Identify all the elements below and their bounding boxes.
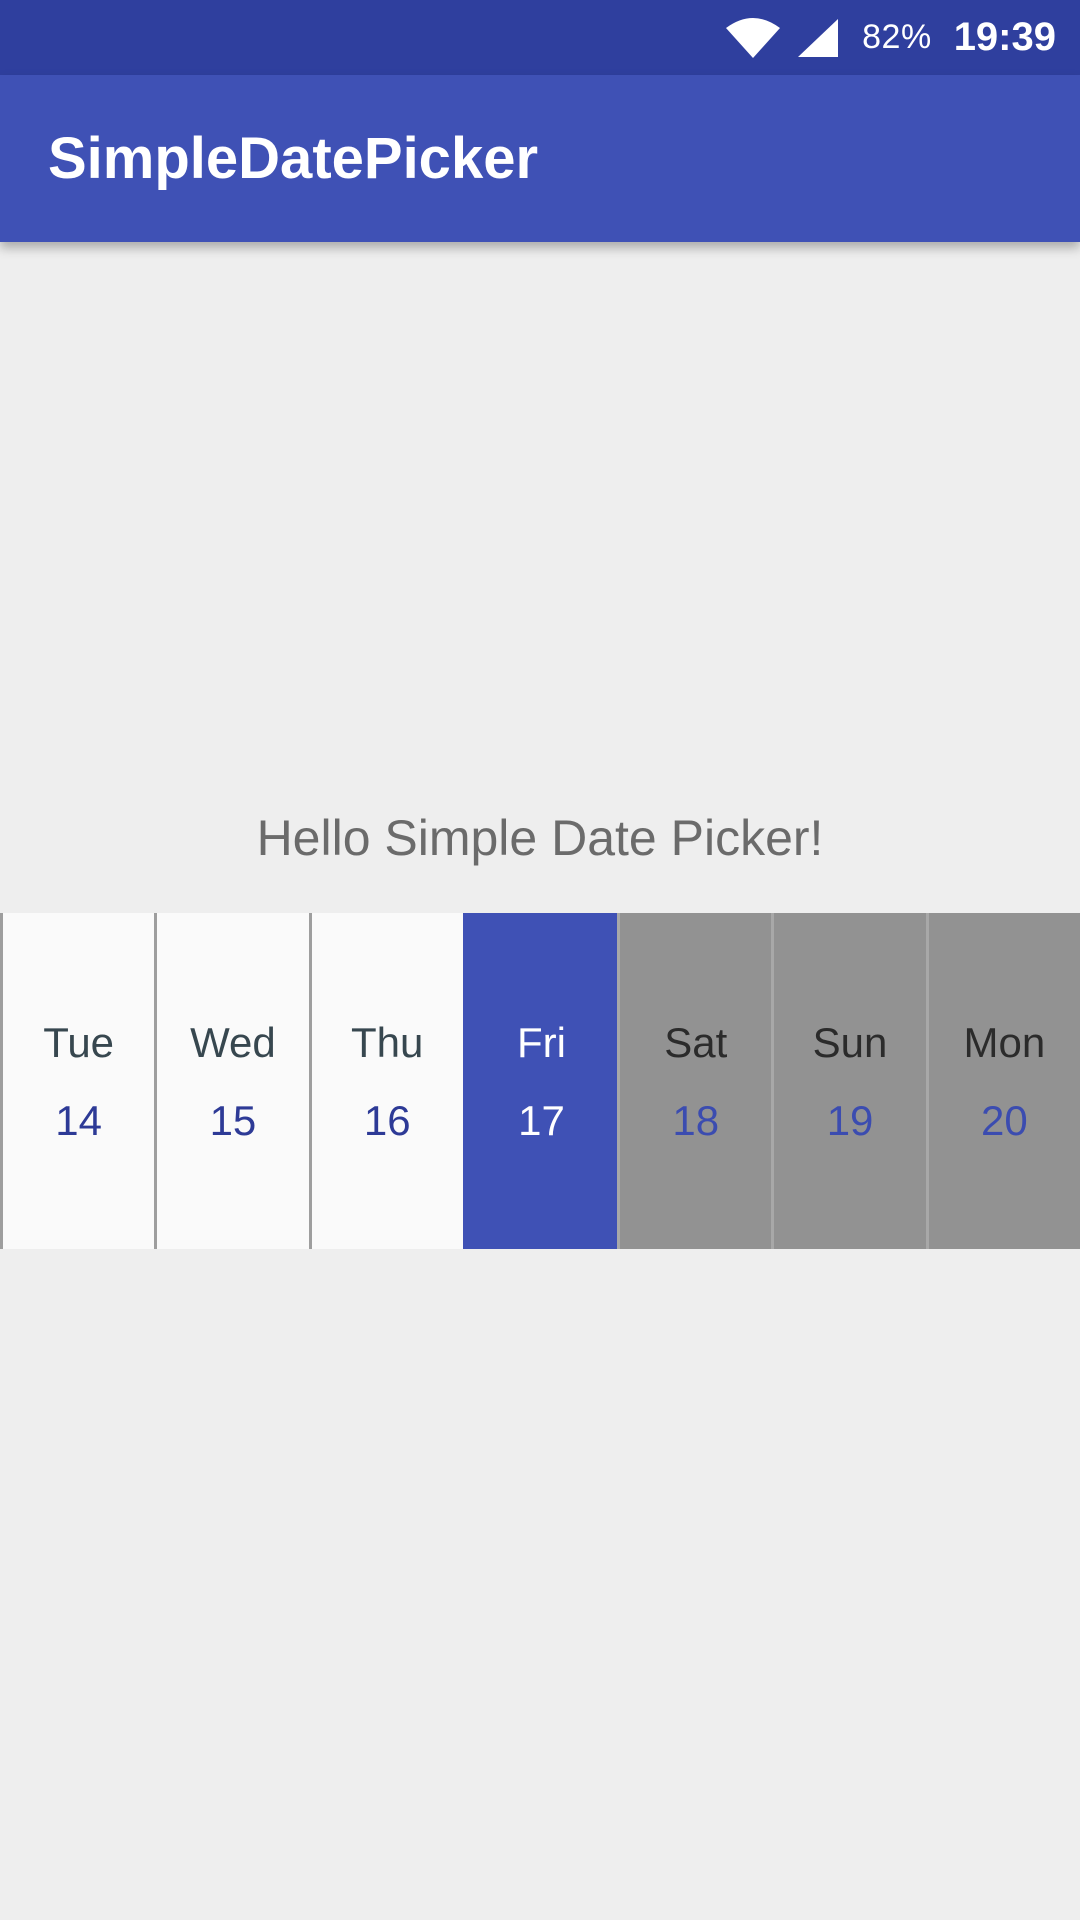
day-number: 14 — [55, 1097, 102, 1144]
day-number: 18 — [672, 1097, 720, 1144]
status-bar: 82% 19:39 — [0, 0, 1080, 75]
day-number: 15 — [209, 1097, 257, 1144]
day-number: 19 — [826, 1097, 874, 1144]
day-cell-thu[interactable]: Thu 16 — [308, 913, 463, 1249]
day-name: Sat — [664, 1019, 728, 1066]
day-cell-sat[interactable]: Sat 18 — [617, 913, 772, 1249]
day-cell-wed[interactable]: Wed 15 — [154, 913, 309, 1249]
day-number: 20 — [980, 1097, 1028, 1144]
app-bar: SimpleDatePicker — [0, 75, 1080, 242]
hello-text: Hello Simple Date Picker! — [256, 810, 824, 866]
signal-icon — [798, 18, 839, 57]
day-name: Sun — [812, 1019, 888, 1066]
day-cell-fri-selected[interactable]: Fri 17 — [462, 913, 618, 1249]
status-indicators: 82% 19:39 — [724, 0, 1056, 75]
day-name: Tue — [43, 1019, 115, 1066]
day-number: 17 — [518, 1097, 565, 1144]
day-name: Fri — [516, 1019, 566, 1066]
day-cell-tue[interactable]: Tue 14 — [0, 913, 155, 1249]
clock: 19:39 — [953, 15, 1056, 59]
day-cell-sun[interactable]: Sun 19 — [771, 913, 926, 1249]
day-name: Thu — [351, 1019, 424, 1066]
day-cell-mon[interactable]: Mon 20 — [925, 913, 1080, 1249]
day-name: Mon — [963, 1019, 1046, 1066]
date-picker-strip: Tue 14 Wed 15 Thu 16 Fri 17 Sat 18 Sun 1… — [0, 913, 1080, 1249]
day-number: 16 — [363, 1097, 411, 1144]
day-name: Wed — [190, 1019, 276, 1066]
wifi-icon — [726, 17, 781, 58]
battery-percentage: 82% — [862, 18, 932, 56]
app-title: SimpleDatePicker — [48, 126, 539, 191]
